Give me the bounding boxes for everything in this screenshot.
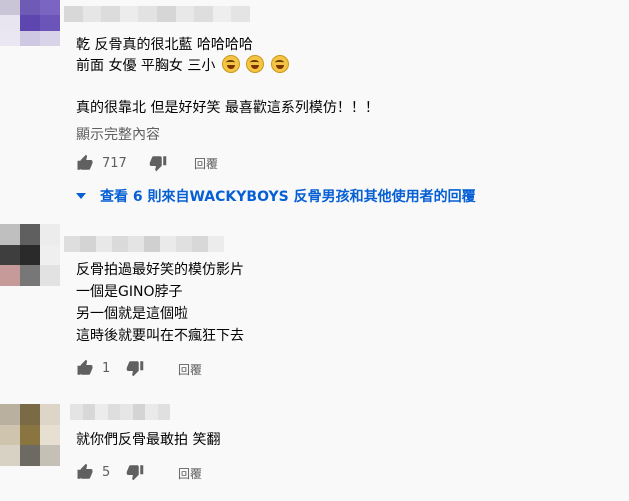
avatar[interactable]	[0, 0, 60, 46]
thumbs-up-icon[interactable]	[76, 154, 94, 172]
thumbs-down-icon[interactable]	[126, 359, 144, 377]
avatar[interactable]	[0, 404, 60, 466]
comment-actions: 5	[76, 462, 144, 482]
avatar-pixel	[20, 30, 40, 46]
comment-text-line: 就你們反骨最敢拍 笑翻	[76, 432, 221, 448]
reply-button[interactable]: 回覆	[178, 465, 202, 482]
thumbs-up-icon[interactable]	[76, 359, 94, 377]
avatar-pixel	[40, 445, 60, 466]
grinning-emoji-icon	[270, 55, 289, 73]
avatar-pixel	[0, 424, 20, 446]
avatar-pixel	[0, 265, 20, 286]
avatar-pixel	[20, 404, 40, 425]
author-name-blurred[interactable]	[70, 404, 170, 420]
avatar-pixel	[0, 244, 20, 266]
avatar-pixel	[20, 224, 40, 245]
reply-button[interactable]: 回覆	[178, 361, 202, 378]
avatar-pixel	[40, 404, 60, 425]
thumbs-up-icon[interactable]	[76, 463, 94, 481]
reply-button[interactable]: 回覆	[194, 155, 218, 172]
avatar-pixel	[0, 445, 20, 466]
comment-text-line: 另一個就是這個啦	[76, 306, 188, 322]
avatar-pixel	[0, 30, 20, 46]
thumbs-down-icon[interactable]	[149, 154, 167, 172]
avatar-pixel	[20, 15, 40, 31]
comment-text-line: 乾 反骨真的很北藍 哈哈哈哈	[76, 37, 253, 53]
avatar-pixel	[0, 0, 20, 16]
author-name-blurred[interactable]	[64, 6, 250, 22]
view-replies-button[interactable]: 查看 6 則來自WACKYBOYS 反骨男孩和其他使用者的回覆	[76, 186, 476, 206]
view-replies-label: 查看 6 則來自WACKYBOYS 反骨男孩和其他使用者的回覆	[100, 189, 476, 205]
avatar-pixel	[0, 224, 20, 245]
comment-text-line: 前面 女優 平胸女 三小	[76, 55, 289, 76]
author-name-blurred[interactable]	[64, 236, 224, 252]
avatar-pixel	[20, 424, 40, 446]
avatar-pixel	[20, 445, 40, 466]
avatar-pixel	[40, 244, 60, 266]
avatar-pixel	[40, 15, 60, 31]
expand-triangle-icon	[76, 193, 86, 199]
comment-text-line: 真的很靠北 但是好好笑 最喜歡這系列模仿！！！	[76, 100, 379, 116]
avatar-pixel	[40, 224, 60, 245]
grinning-emoji-icon	[246, 55, 265, 73]
comment-actions: 717	[76, 153, 167, 173]
avatar-pixel	[40, 30, 60, 46]
comment-text-line: 反骨拍過最好笑的模仿影片	[76, 262, 244, 278]
grinning-emoji-icon	[221, 55, 240, 73]
avatar-pixel	[40, 0, 60, 16]
comment-text: 前面 女優 平胸女 三小	[76, 58, 216, 74]
comment-text-line: 一個是GINO脖子	[76, 284, 183, 300]
avatar[interactable]	[0, 224, 60, 286]
like-count: 717	[102, 155, 127, 171]
avatar-pixel	[20, 265, 40, 286]
avatar-pixel	[0, 15, 20, 31]
show-more-link[interactable]: 顯示完整內容	[76, 124, 160, 144]
comment-text-line: 這時後就要叫在不瘋狂下去	[76, 328, 244, 344]
avatar-pixel	[0, 404, 20, 425]
avatar-pixel	[20, 244, 40, 266]
thumbs-down-icon[interactable]	[126, 463, 144, 481]
avatar-pixel	[20, 0, 40, 16]
avatar-pixel	[40, 424, 60, 446]
like-count: 5	[102, 464, 111, 480]
avatar-pixel	[40, 265, 60, 286]
like-count: 1	[102, 360, 111, 376]
comment-actions: 1	[76, 358, 144, 378]
